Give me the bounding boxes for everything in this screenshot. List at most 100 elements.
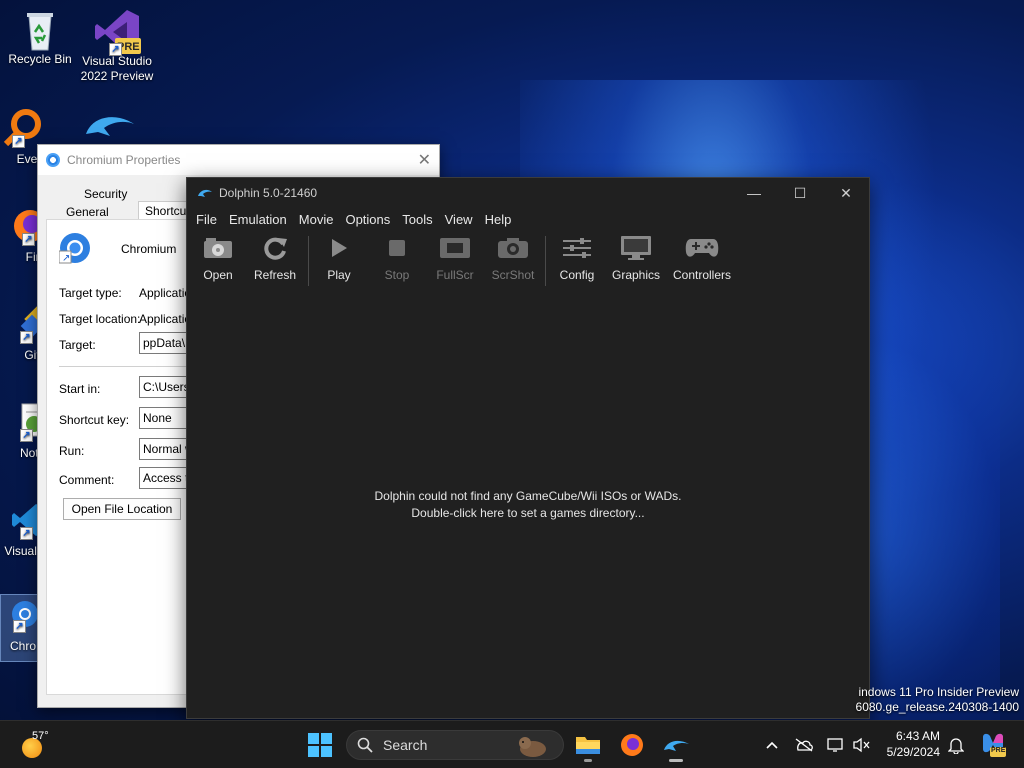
open-file-location-button[interactable]: Open File Location bbox=[63, 498, 181, 520]
monitor-icon bbox=[611, 232, 661, 264]
graphics-label: Graphics bbox=[611, 268, 661, 282]
config-label: Config bbox=[559, 268, 595, 282]
open-icon bbox=[197, 232, 239, 264]
play-icon bbox=[321, 232, 357, 264]
controllers-button[interactable]: Controllers bbox=[671, 232, 733, 288]
desktop-icon-recycle-bin[interactable]: Recycle Bin bbox=[0, 8, 80, 67]
screenshot-icon bbox=[491, 232, 535, 264]
search-label: Search bbox=[383, 737, 428, 753]
play-label: Play bbox=[327, 268, 351, 282]
shortcut-arrow-icon: ↗ bbox=[12, 135, 25, 148]
chromium-icon bbox=[46, 153, 60, 167]
shortcut-key-label: Shortcut key: bbox=[59, 413, 130, 427]
shortcut-arrow-icon: ↗ bbox=[20, 429, 33, 442]
graphics-button[interactable]: Graphics bbox=[611, 232, 661, 288]
fullscreen-label: FullScr bbox=[436, 268, 474, 282]
running-indicator bbox=[584, 759, 592, 762]
shortcut-arrow-icon: ↗ bbox=[13, 620, 26, 633]
desktop-icon-visual-studio-preview[interactable]: PRE ↗ Visual Studio 2022 Preview bbox=[77, 8, 157, 84]
dolphin-icon bbox=[664, 740, 689, 751]
firefox-taskbar-button[interactable] bbox=[614, 727, 650, 763]
shortcut-arrow-icon: ↗ bbox=[20, 331, 33, 344]
minimize-button[interactable]: — bbox=[731, 178, 777, 208]
menu-emulation[interactable]: Emulation bbox=[223, 212, 293, 227]
screenshot-button[interactable]: ScrShot bbox=[491, 232, 535, 288]
chromium-icon: ↗ bbox=[7, 599, 38, 635]
menu-tools[interactable]: Tools bbox=[396, 212, 438, 227]
chromium-app-icon: ↗ bbox=[58, 232, 91, 264]
target-location-label: Target location: bbox=[59, 312, 141, 326]
screenshot-label: ScrShot bbox=[491, 268, 535, 282]
fullscreen-button[interactable]: FullScr bbox=[435, 232, 475, 288]
run-label: Run: bbox=[59, 444, 85, 458]
clock-time: 6:43 AM bbox=[895, 729, 940, 743]
menu-options[interactable]: Options bbox=[339, 212, 396, 227]
open-button[interactable]: Open bbox=[197, 232, 239, 288]
config-button[interactable]: Config bbox=[557, 232, 597, 288]
menu-help[interactable]: Help bbox=[479, 212, 518, 227]
volume-muted-icon[interactable] bbox=[852, 735, 872, 755]
watermark-line-2: 6080.ge_release.240308-1400 bbox=[855, 700, 1019, 714]
desktop-icon-label: Visual Studio 2022 Preview bbox=[80, 54, 154, 83]
show-hidden-icons-chevron-icon[interactable] bbox=[762, 735, 782, 755]
windows-insider-watermark: indows 11 Pro Insider Preview 6080.ge_re… bbox=[856, 685, 1019, 715]
recycle-bin-icon bbox=[20, 8, 60, 51]
watermark-line-1: indows 11 Pro Insider Preview bbox=[858, 685, 1019, 699]
toolbar-separator bbox=[545, 236, 546, 286]
play-button[interactable]: Play bbox=[321, 232, 357, 288]
shortcut-arrow-icon: ↗ bbox=[20, 527, 33, 540]
dolphin-taskbar-button[interactable] bbox=[658, 727, 694, 763]
taskbar-clock[interactable]: 6:43 AM 5/29/2024 bbox=[878, 728, 940, 760]
dolphin-window: Dolphin 5.0-21460 — ☐ ✕ File Emulation M… bbox=[186, 177, 870, 719]
firefox-icon bbox=[621, 734, 643, 756]
taskbar: 57° Search 6:43 AM 5/29/2024 PRE bbox=[0, 720, 1024, 768]
fullscreen-icon bbox=[435, 232, 475, 264]
copilot-preview-icon[interactable]: PRE bbox=[980, 731, 1006, 757]
maximize-button[interactable]: ☐ bbox=[777, 178, 823, 208]
desktop-icon-chromium[interactable]: ↗ Chro bbox=[0, 594, 40, 662]
dolphin-title: Dolphin 5.0-21460 bbox=[219, 186, 318, 200]
start-button[interactable] bbox=[302, 727, 338, 763]
window-controls: — ☐ ✕ bbox=[731, 178, 869, 208]
refresh-button[interactable]: Refresh bbox=[253, 232, 297, 288]
notification-bell-icon[interactable] bbox=[946, 735, 966, 755]
taskbar-search[interactable]: Search bbox=[346, 730, 564, 760]
weather-widget[interactable]: 57° bbox=[20, 729, 60, 761]
open-label: Open bbox=[203, 268, 233, 282]
stop-label: Stop bbox=[384, 268, 410, 282]
config-sliders-icon bbox=[557, 232, 597, 264]
comment-label: Comment: bbox=[59, 473, 115, 487]
properties-title: Chromium Properties bbox=[67, 153, 181, 167]
onedrive-offline-icon[interactable] bbox=[794, 735, 814, 755]
tab-security[interactable]: Security bbox=[78, 185, 134, 203]
search-highlight-otter-icon bbox=[519, 737, 546, 757]
menu-bar: File Emulation Movie Options Tools View … bbox=[187, 208, 869, 230]
shortcut-arrow-icon: ↗ bbox=[22, 233, 35, 246]
dolphin-logo-icon bbox=[198, 189, 212, 197]
everything-search-icon: ↗ bbox=[2, 108, 42, 148]
target-type-label: Target type: bbox=[59, 286, 122, 300]
no-games-message: Dolphin could not find any GameCube/Wii … bbox=[374, 489, 682, 503]
stop-icon bbox=[379, 232, 415, 264]
file-explorer-button[interactable] bbox=[570, 727, 606, 763]
set-games-directory-hint: Double-click here to set a games directo… bbox=[411, 506, 645, 520]
clock-date: 5/29/2024 bbox=[886, 745, 940, 759]
desktop-icon-label: Recycle Bin bbox=[8, 52, 72, 66]
network-icon[interactable] bbox=[826, 735, 846, 755]
toolbar: Open Refresh Play Stop FullScr ScrShot C… bbox=[187, 232, 869, 288]
weather-temperature: 57° bbox=[32, 730, 49, 742]
shortcut-arrow-icon: ↗ bbox=[109, 43, 122, 56]
refresh-icon bbox=[253, 232, 297, 264]
search-icon bbox=[357, 737, 373, 753]
stop-button[interactable]: Stop bbox=[379, 232, 415, 288]
app-name: Chromium bbox=[121, 242, 177, 256]
menu-movie[interactable]: Movie bbox=[293, 212, 340, 227]
close-icon[interactable]: ✕ bbox=[418, 150, 431, 170]
close-button[interactable]: ✕ bbox=[823, 178, 869, 208]
game-list-empty-message[interactable]: Dolphin could not find any GameCube/Wii … bbox=[187, 488, 869, 522]
properties-title-bar[interactable]: Chromium Properties bbox=[38, 145, 439, 175]
menu-file[interactable]: File bbox=[190, 212, 223, 227]
copilot-pre-badge: PRE bbox=[991, 747, 1006, 754]
start-in-label: Start in: bbox=[59, 382, 101, 396]
menu-view[interactable]: View bbox=[439, 212, 479, 227]
